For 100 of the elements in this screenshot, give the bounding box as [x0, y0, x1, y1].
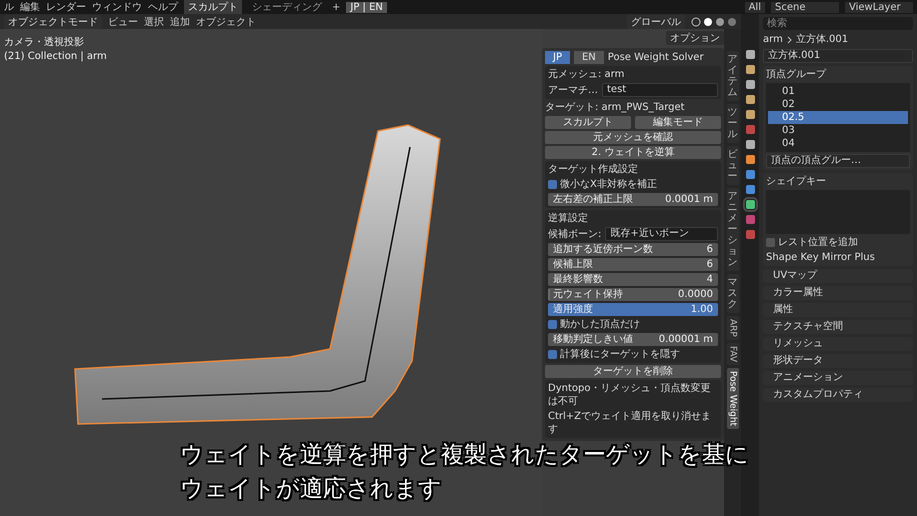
collapsed-section-header[interactable]: テクスチャ空間 [763, 320, 913, 334]
section-header[interactable]: シェイプキー [766, 175, 910, 188]
candidate-dropdown[interactable]: 既存+近いボーン [605, 227, 718, 241]
checkbox-label: 微小なX非対称を補正 [560, 178, 657, 191]
sidebar-tab[interactable]: ビュー [726, 146, 738, 185]
property-tab-icon[interactable] [746, 65, 754, 74]
checkbox-label: 計算後にターゲットを隠す [560, 348, 680, 361]
property-tab-icon[interactable] [746, 170, 754, 179]
checkbox[interactable]: 計算後にターゲットを隠す [548, 348, 718, 361]
info-note: Ctrl+Zでウェイト適用を取り消せます [548, 410, 712, 436]
menu-item[interactable]: ル [4, 0, 14, 14]
vertex-group-item[interactable]: 01 [768, 85, 908, 98]
property-tab-icon[interactable] [746, 230, 754, 239]
search-field[interactable]: 検索 [763, 17, 913, 30]
sidebar-tab[interactable]: FAV [726, 342, 738, 365]
sidebar-tab[interactable]: Pose Weight [726, 368, 738, 429]
mode-dropdown[interactable]: オブジェクトモード [4, 14, 102, 28]
language-toggle[interactable]: JP | EN [346, 2, 387, 12]
mesh-name-field[interactable]: 立方体.001 [763, 49, 913, 63]
number-field[interactable]: 候補上限 6 [548, 258, 718, 271]
vertex-group-item[interactable]: 03 [768, 124, 908, 137]
property-tab-icon[interactable] [746, 110, 754, 119]
number-field[interactable]: 最終影響数 4 [548, 273, 718, 286]
solve-weights-button[interactable]: 2. ウェイトを逆算 [545, 146, 721, 159]
collapsed-section-header[interactable]: カラー属性 [763, 286, 913, 300]
menu-item[interactable]: レンダー [46, 0, 86, 14]
property-tab-icon[interactable] [746, 155, 754, 164]
sidebar-tab[interactable]: ツール [726, 104, 738, 143]
section-header[interactable]: 頂点グループ [766, 68, 910, 81]
property-tab-icon[interactable] [746, 95, 754, 104]
breadcrumb-item: arm [763, 33, 783, 46]
checkbox-label: レスト位置を追加 [778, 236, 858, 249]
view-label: カメラ・透視投影 [4, 36, 84, 49]
sidebar-tab[interactable]: アニメーション [726, 188, 738, 271]
edit-mode-button[interactable]: 編集モード [635, 116, 721, 129]
property-tab-icon[interactable] [746, 200, 754, 209]
checkbox[interactable]: レスト位置を追加 [766, 236, 910, 249]
property-tab-icon[interactable] [746, 140, 754, 149]
property-tab-icon[interactable] [746, 50, 754, 59]
collection-label: (21) Collection | arm [4, 51, 107, 62]
checkbox-box[interactable] [548, 320, 557, 329]
property-tab-icon[interactable] [746, 215, 754, 224]
scene-field[interactable]: Scene [771, 2, 839, 12]
menu-item[interactable]: オブジェクト [196, 14, 256, 28]
number-field[interactable]: 追加する近傍ボーン数 6 [548, 243, 718, 256]
sidebar-tab[interactable]: マスク [726, 274, 738, 313]
subtitle-line: ウェイトを逆算を押すと複製されたターゲットを基に [180, 441, 749, 470]
collapsed-section-header[interactable]: カスタムプロパティ [763, 388, 913, 402]
vertex-group-filter-dropdown[interactable]: 頂点の頂点グルー… [766, 154, 910, 168]
source-mesh-label: 元メッシュ: arm [548, 68, 626, 81]
delete-target-button[interactable]: ターゲットを削除 [545, 365, 721, 378]
menu-item[interactable]: ビュー [108, 14, 138, 28]
checkbox-box[interactable] [548, 180, 557, 189]
checkbox-box[interactable] [766, 238, 775, 247]
armature-dropdown[interactable]: test [602, 83, 718, 97]
orientation-dropdown[interactable]: グローバル [627, 14, 685, 28]
sidebar-tab[interactable]: ARP [726, 316, 738, 340]
subpanel-header[interactable]: Shape Key Mirror Plus [766, 251, 910, 264]
shading-spheres-icon[interactable] [691, 16, 737, 26]
collapsed-section-header[interactable]: 属性 [763, 303, 913, 317]
checkbox[interactable]: 微小なX非対称を補正 [548, 178, 718, 191]
language-tab[interactable]: JP [545, 51, 570, 64]
view-layer-field[interactable]: ViewLayer [845, 2, 913, 12]
vertex-group-item[interactable]: 04 [768, 137, 908, 150]
subtitle-line: ウェイトが適応されます [180, 475, 442, 504]
slider-field[interactable]: 元ウェイト保持 0.0000 [548, 288, 718, 301]
property-tab-icon[interactable] [746, 125, 754, 134]
panel-title: Pose Weight Solver [608, 51, 704, 64]
menu-item[interactable]: 編集 [20, 0, 40, 14]
menu-item[interactable]: 追加 [170, 14, 190, 28]
number-field[interactable]: 左右差の補正上限 0.0001 m [548, 193, 718, 206]
view-filter-dropdown[interactable]: All [744, 2, 765, 12]
menu-item[interactable]: ヘルプ [148, 0, 178, 14]
collapsed-section-header[interactable]: リメッシュ [763, 337, 913, 351]
checkbox-box[interactable] [548, 350, 557, 359]
collapsed-section-header[interactable]: UVマップ [763, 269, 913, 283]
target-label: ターゲット: arm_PWS_Target [545, 101, 686, 114]
collapsed-section-header[interactable]: アニメーション [763, 371, 913, 385]
info-note: Dyntopo・リメッシュ・頂点数変更は不可 [548, 382, 712, 408]
vertex-group-item[interactable]: 02 [768, 98, 908, 111]
checkbox[interactable]: 動かした頂点だけ [548, 318, 718, 331]
collapsed-section-header[interactable]: 形状データ [763, 354, 913, 368]
options-dropdown[interactable]: オプション [666, 31, 724, 45]
slider-field[interactable]: 適用強度 1.00 [548, 303, 718, 316]
workspace-tab[interactable]: シェーディング [248, 0, 326, 14]
sidebar-tab[interactable]: アイテム [726, 51, 738, 101]
vertex-group-item[interactable]: 02.5 [768, 111, 908, 124]
checkbox-label: 動かした頂点だけ [560, 318, 640, 331]
check-mesh-button[interactable]: 元メッシュを確認 [545, 131, 721, 144]
property-tab-icon[interactable] [746, 80, 754, 89]
section-title: ターゲット作成設定 [548, 163, 639, 176]
property-tab-icon[interactable] [746, 185, 754, 194]
sculpt-button[interactable]: スカルプト [545, 116, 631, 129]
number-field[interactable]: 移動判定しきい値 0.00001 m [548, 333, 718, 346]
menu-item[interactable]: 選択 [144, 14, 164, 28]
menu-item[interactable]: ウィンドウ [92, 0, 142, 14]
language-tab[interactable]: EN [574, 51, 604, 64]
add-workspace-button[interactable]: + [332, 2, 340, 12]
workspace-tab[interactable]: スカルプト [184, 0, 242, 14]
chevron-right-icon [786, 36, 792, 44]
